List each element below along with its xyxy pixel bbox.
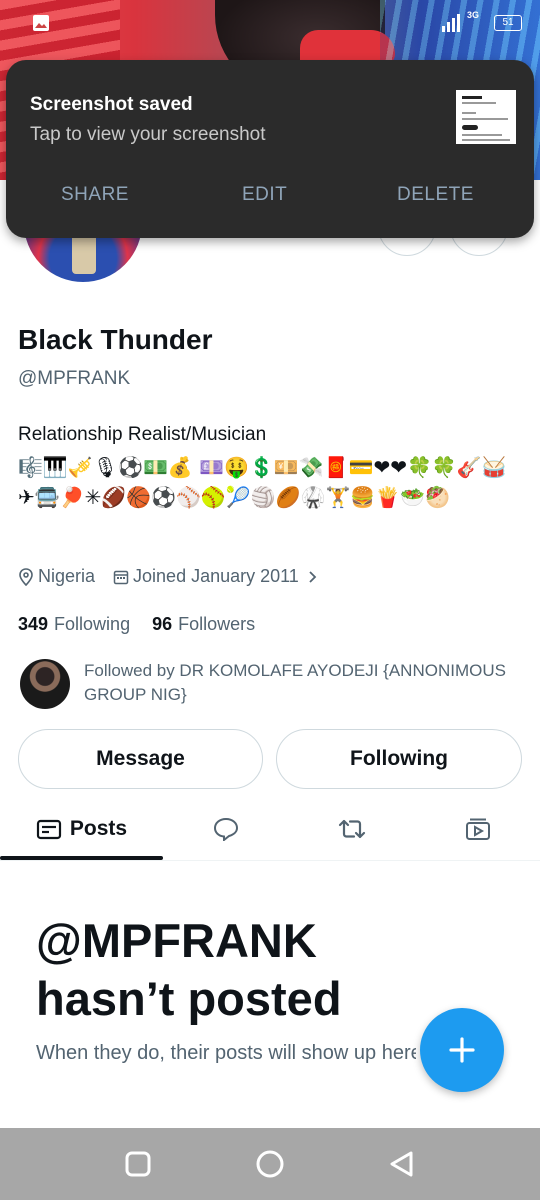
follower-avatar: [20, 659, 70, 709]
empty-title-line2: hasn’t posted: [36, 972, 342, 1025]
location-pin-icon: [19, 567, 33, 586]
compose-post-button[interactable]: [420, 1008, 504, 1092]
empty-title-line1: @MPFRANK: [36, 914, 317, 967]
notification-actions: SHARE EDIT DELETE: [6, 180, 534, 210]
profile-name: Black Thunder: [18, 324, 213, 355]
tab-replies[interactable]: [163, 800, 289, 858]
recent-apps-icon[interactable]: [122, 1148, 154, 1180]
tab-reposts[interactable]: [289, 800, 415, 858]
followers-label: Followers: [178, 614, 256, 634]
location-text: Nigeria: [38, 566, 96, 586]
profile-meta: Nigeria Joined January 2011: [18, 566, 341, 587]
profile-tabs: Posts: [0, 800, 540, 861]
empty-state-subtitle: When they do, their posts will show up h…: [36, 1042, 416, 1064]
message-button[interactable]: Message: [18, 729, 263, 789]
edit-button[interactable]: EDIT: [242, 184, 287, 206]
profile-handle: @MPFRANK: [18, 368, 131, 389]
profile-bio: Relationship Realist/Musician: [18, 424, 267, 445]
gallery-icon: [33, 15, 49, 31]
plus-icon: [449, 1037, 475, 1063]
notification-subtitle: Tap to view your screenshot: [30, 124, 266, 145]
tab-posts-label: Posts: [69, 817, 128, 840]
posts-icon: [36, 819, 62, 840]
delete-button[interactable]: DELETE: [397, 184, 474, 206]
battery-icon: 51: [494, 15, 522, 31]
tab-media[interactable]: [415, 800, 540, 858]
replies-icon: [213, 817, 239, 841]
screenshot-thumbnail[interactable]: [456, 90, 516, 144]
chevron-right-icon: [309, 570, 317, 583]
empty-state-title: @MPFRANK hasn’t posted: [36, 912, 342, 1028]
network-type: 3G: [467, 10, 480, 20]
notification-title: Screenshot saved: [30, 94, 193, 115]
following-button[interactable]: Following: [276, 729, 522, 789]
tab-posts[interactable]: Posts: [0, 800, 163, 860]
followers-count: 96: [152, 614, 173, 634]
following-count-link[interactable]: 349 Following: [18, 614, 130, 634]
followers-count-link[interactable]: 96 Followers: [152, 614, 255, 634]
screenshot-notification[interactable]: Screenshot saved Tap to view your screen…: [6, 60, 534, 238]
profile-bio-emojis: 🎼🎹🎺🎙⚽💵💰 💷🤑💲💴💸🧧💳❤❤🍀🍀🎸🥁✈🚍🏓✳🏈🏀⚽⚾🥎🎾🏐🏉🥋🏋🍔🍟🥗🥙: [18, 455, 507, 509]
share-button[interactable]: SHARE: [61, 184, 129, 206]
following-count: 349: [18, 614, 49, 634]
calendar-icon: [113, 570, 129, 584]
followed-by-row[interactable]: Followed by DR KOMOLAFE AYODEJI {ANNONIM…: [20, 659, 520, 711]
media-icon: [465, 818, 490, 840]
joined-text: Joined January 2011: [133, 566, 299, 586]
back-icon[interactable]: [386, 1148, 418, 1180]
location-item: Nigeria: [18, 566, 95, 587]
followed-by-text: Followed by DR KOMOLAFE AYODEJI {ANNONIM…: [84, 661, 506, 704]
system-navigation-bar: [0, 1128, 540, 1200]
status-bar: 3G 51: [0, 10, 540, 40]
following-label: Following: [54, 614, 131, 634]
avatar-figure: [72, 234, 96, 274]
reposts-icon: [338, 819, 366, 839]
joined-item[interactable]: Joined January 2011: [113, 566, 323, 587]
follow-counts: 349 Following 96 Followers: [18, 614, 255, 635]
signal-icon: [442, 14, 460, 32]
home-icon[interactable]: [254, 1148, 286, 1180]
active-tab-indicator: [0, 856, 163, 860]
